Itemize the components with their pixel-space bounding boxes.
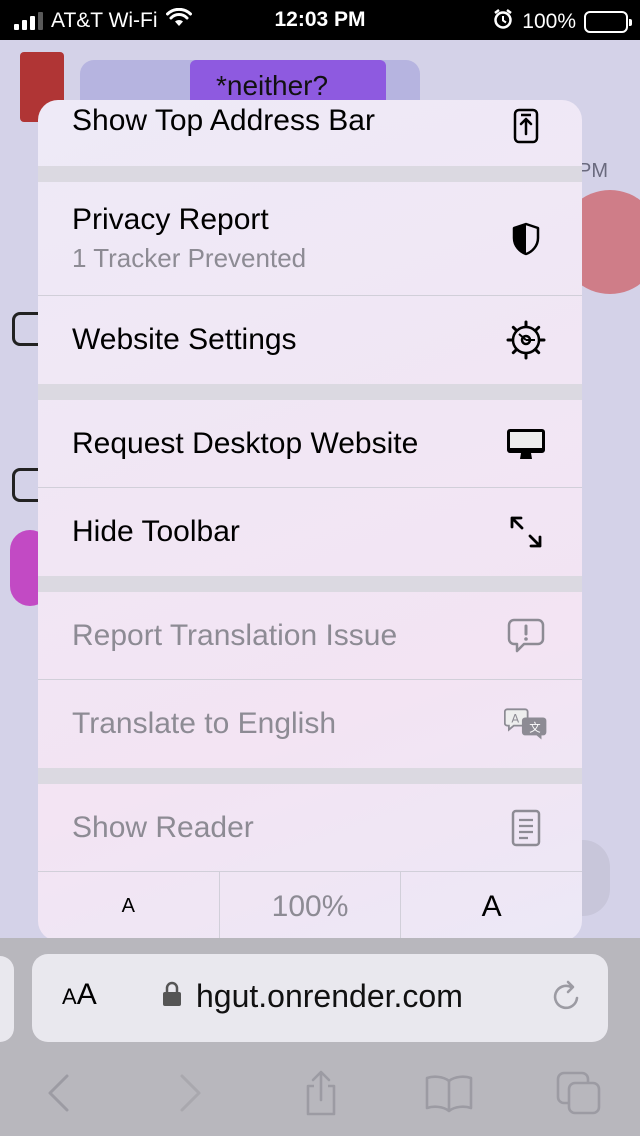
back-icon — [48, 1074, 69, 1112]
forward-icon — [180, 1074, 201, 1112]
menu-item-privacy-report[interactable]: Privacy Report 1 Tracker Prevented — [38, 182, 582, 296]
menu-item-website-settings[interactable]: Website Settings — [38, 296, 582, 384]
menu-item-label: Show Top Address Bar — [72, 104, 375, 137]
expand-arrows-icon — [504, 510, 548, 554]
svg-text:文: 文 — [529, 720, 541, 734]
menu-item-label: Website Settings — [72, 323, 297, 356]
menu-item-label: Report Translation Issue — [72, 618, 398, 652]
battery-icon — [584, 11, 632, 33]
bottom-toolbar: AA hgut.onrender.com — [0, 938, 640, 1136]
menu-item-hide-toolbar[interactable]: Hide Toolbar — [38, 488, 582, 576]
tabs-icon — [556, 1071, 601, 1115]
menu-item-label: Show Reader — [72, 810, 254, 844]
menu-separator — [38, 576, 582, 592]
tabs-button[interactable] — [554, 1068, 604, 1118]
share-button[interactable] — [296, 1068, 346, 1118]
translate-icon: A文 — [504, 702, 548, 746]
svg-text:A: A — [511, 711, 519, 725]
back-button[interactable] — [33, 1068, 83, 1118]
report-bubble-icon — [504, 614, 548, 658]
address-bar[interactable]: AA hgut.onrender.com — [32, 954, 608, 1042]
menu-item-translate-to-english: Translate to English A文 — [38, 680, 582, 768]
lock-icon — [162, 978, 182, 1015]
forward-button[interactable] — [166, 1068, 216, 1118]
previous-tab-peek[interactable] — [0, 956, 14, 1042]
menu-item-label: Hide Toolbar — [72, 515, 240, 548]
aa-small-label: A — [62, 984, 77, 1009]
status-bar: AT&T Wi-Fi 12:03 PM 100% — [0, 0, 640, 40]
page-time-fragment: PM — [578, 160, 608, 182]
reader-icon — [504, 806, 548, 850]
menu-item-show-top-address-bar[interactable]: Show Top Address Bar — [38, 100, 582, 166]
menu-separator — [38, 384, 582, 400]
aa-large-label: A — [76, 978, 97, 1011]
alarm-icon — [492, 8, 514, 36]
share-icon — [306, 1070, 336, 1116]
gear-icon — [504, 318, 548, 362]
menu-item-label: Privacy Report — [72, 203, 269, 236]
zoom-level: 100% — [271, 889, 349, 923]
menu-item-show-reader: Show Reader — [38, 784, 582, 871]
url-text: hgut.onrender.com — [196, 978, 463, 1014]
decrease-font-label: A — [121, 895, 135, 917]
zoom-reset-button[interactable]: 100% — [218, 872, 401, 941]
increase-font-label: A — [481, 889, 502, 923]
privacy-report-text: Privacy Report 1 Tracker Prevented — [72, 203, 306, 274]
increase-font-button[interactable]: A — [400, 872, 582, 941]
menu-item-sublabel: 1 Tracker Prevented — [72, 243, 307, 273]
bookmarks-icon — [425, 1075, 473, 1113]
font-size-controls: A 100% A — [38, 871, 582, 941]
page-settings-button[interactable]: AA — [62, 978, 97, 1012]
url-display[interactable]: hgut.onrender.com — [162, 978, 463, 1015]
menu-item-label: Translate to English — [72, 707, 337, 740]
menu-item-request-desktop-website[interactable]: Request Desktop Website — [38, 400, 582, 488]
page-menu: Show Top Address Bar Privacy Report 1 Tr… — [38, 100, 582, 941]
menu-separator — [38, 166, 582, 182]
reload-icon[interactable] — [550, 976, 584, 1021]
menu-item-report-translation-issue: Report Translation Issue — [38, 592, 582, 680]
shield-icon — [504, 217, 548, 261]
decrease-font-button[interactable]: A — [38, 872, 219, 941]
menu-separator — [38, 768, 582, 784]
status-right: 100% — [492, 8, 632, 36]
bookmarks-button[interactable] — [424, 1068, 474, 1118]
desktop-icon — [504, 422, 548, 466]
top-address-bar-icon — [504, 104, 548, 148]
battery-percent: 100% — [522, 10, 576, 33]
menu-item-label: Request Desktop Website — [72, 426, 419, 460]
